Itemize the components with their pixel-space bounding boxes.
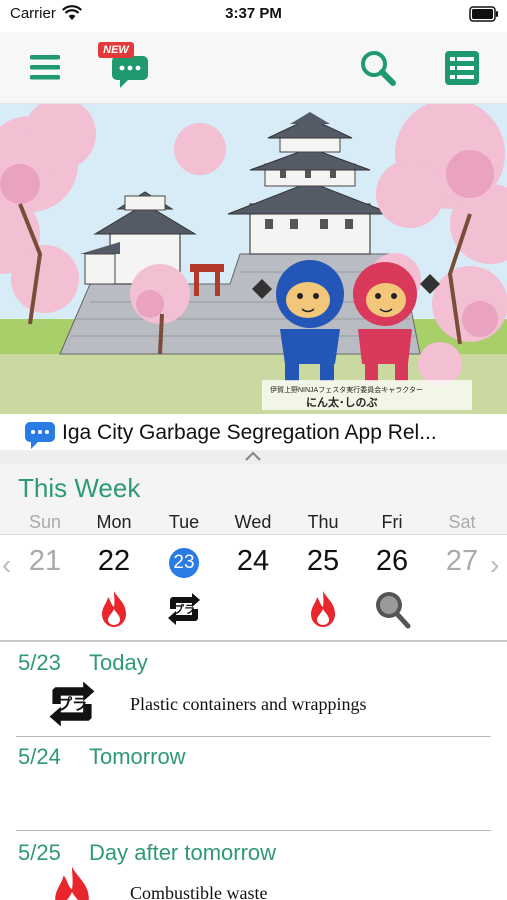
prev-week-arrow[interactable]: ‹: [2, 549, 11, 581]
date-row: ‹ 21 22 23 24 25 26 27 › プラ: [0, 534, 507, 640]
banner-image[interactable]: 伊賀上野NINJAフェスタ実行委員会キャラクター にん太･しのぶ: [0, 104, 507, 414]
week-calendar: This Week Sun Mon Tue Wed Thu Fri Sat ‹ …: [0, 464, 507, 640]
schedule-relative-1: Today: [89, 650, 148, 675]
chevron-up-icon: [245, 451, 261, 461]
battery-icon: [469, 6, 498, 22]
castle-ninja-illustration: [0, 104, 507, 414]
banner-caption-names: にん太･しのぶ: [306, 397, 378, 409]
menu-icon[interactable]: [26, 50, 64, 84]
new-badge: NEW: [98, 42, 134, 58]
dow-sat: Sat: [448, 512, 476, 532]
dow-tue: Tue: [168, 512, 200, 532]
dow-mon: Mon: [96, 512, 132, 532]
schedule-relative-2: Tomorrow: [89, 744, 186, 769]
schedule-date-1: 5/23: [18, 650, 61, 675]
collapse-handle[interactable]: [0, 450, 507, 464]
status-bar: Carrier 3:37 PM: [0, 0, 507, 30]
fire-icon: [55, 866, 89, 900]
svg-text:プラ: プラ: [173, 602, 195, 616]
dow-thu: Thu: [307, 512, 339, 532]
date-22[interactable]: 22: [84, 545, 144, 578]
schedule-item-1[interactable]: Plastic containers and wrappings: [130, 694, 366, 715]
search-icon[interactable]: [358, 48, 398, 88]
date-21[interactable]: 21: [15, 545, 75, 578]
dow-sun: Sun: [28, 512, 62, 532]
list-icon[interactable]: [442, 48, 482, 88]
date-27[interactable]: 27: [432, 545, 492, 578]
plastic-recycle-icon: プラ: [49, 681, 95, 727]
schedule-item-3[interactable]: Combustible waste: [130, 883, 268, 900]
schedule-relative-3: Day after tomorrow: [89, 840, 277, 865]
dow-fri: Fri: [381, 512, 403, 532]
news-ticker[interactable]: Iga City Garbage Segregation App Rel...: [0, 414, 507, 450]
day-of-week-row: Sun Mon Tue Wed Thu Fri Sat: [0, 512, 507, 534]
fire-icon: [311, 591, 335, 627]
svg-text:プラ: プラ: [57, 695, 88, 714]
dow-wed: Wed: [234, 512, 272, 532]
news-text: Iga City Garbage Segregation App Rel...: [62, 421, 437, 444]
chat-bubble-icon: [25, 422, 55, 449]
date-24[interactable]: 24: [223, 545, 283, 578]
chat-icon: [112, 56, 148, 88]
schedule-date-3: 5/25: [18, 840, 61, 865]
plastic-recycle-icon: プラ: [168, 593, 200, 625]
next-week-arrow[interactable]: ›: [490, 549, 499, 581]
schedule-date-2: 5/24: [18, 744, 61, 769]
week-title: This Week: [18, 473, 141, 503]
status-time: 3:37 PM: [225, 5, 282, 22]
toolbar: NEW: [0, 32, 507, 104]
date-26[interactable]: 26: [362, 545, 422, 578]
date-23-today[interactable]: 23: [169, 548, 199, 578]
schedule-divider: [16, 736, 491, 737]
magnifier-icon: [376, 592, 411, 629]
section-divider: [0, 640, 507, 642]
fire-icon: [102, 591, 126, 627]
date-25[interactable]: 25: [293, 545, 353, 578]
schedule-divider: [16, 830, 491, 831]
notices-button[interactable]: NEW: [96, 38, 154, 94]
